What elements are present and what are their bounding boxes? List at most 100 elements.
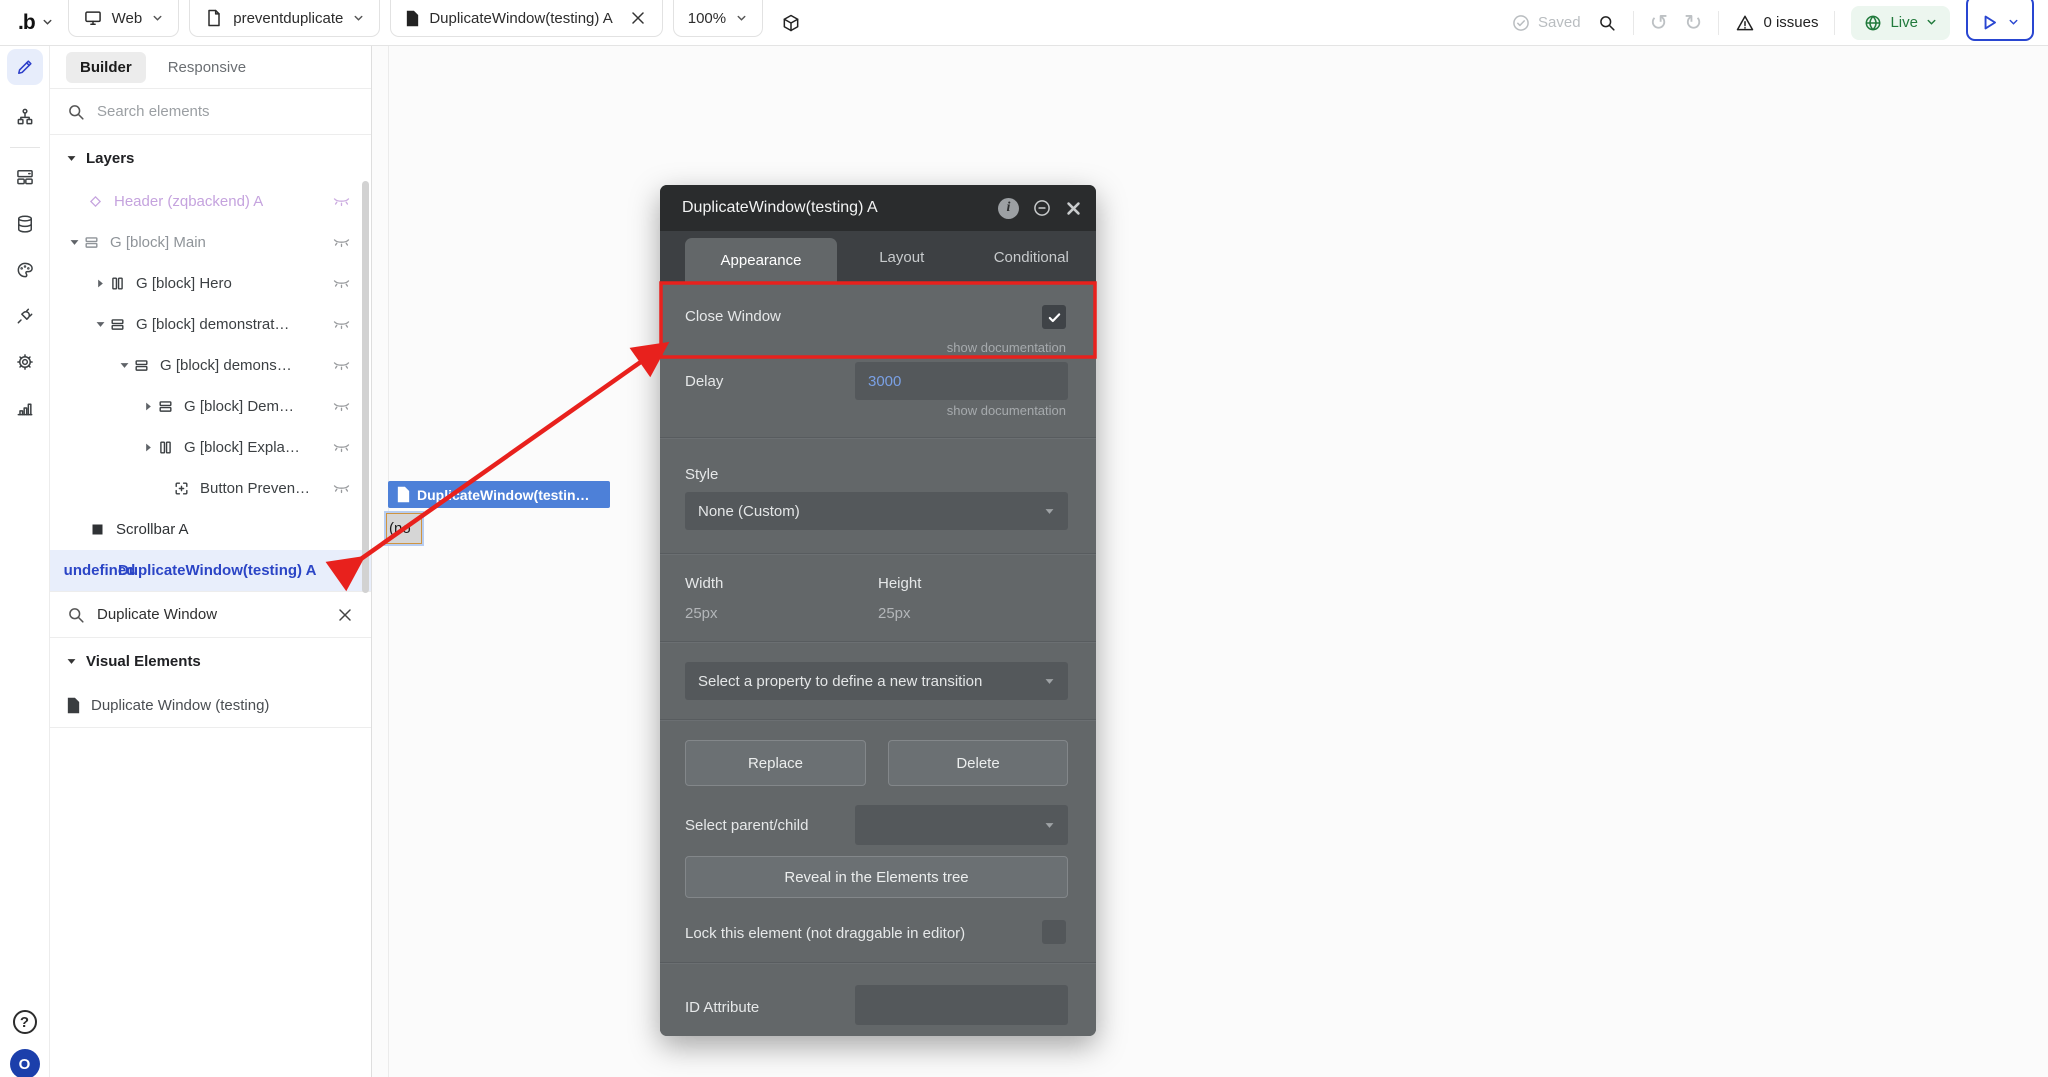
tree-item-label: Button Preven… xyxy=(200,480,311,497)
open-element-tab[interactable]: DuplicateWindow(testing) A xyxy=(390,0,663,37)
lock-element-checkbox[interactable] xyxy=(1042,920,1066,944)
visual-elements-section-header[interactable]: Visual Elements xyxy=(50,638,371,684)
caret-right-icon[interactable] xyxy=(140,442,156,453)
tree-item-label: Scrollbar A xyxy=(116,521,189,538)
clear-filter-icon[interactable] xyxy=(335,605,355,625)
search-elements-input[interactable] xyxy=(97,103,355,120)
settings-gear-icon[interactable] xyxy=(7,344,43,380)
eye-closed-icon[interactable] xyxy=(332,277,351,291)
filter-elements-input[interactable] xyxy=(97,606,324,623)
close-window-label: Close Window xyxy=(685,308,781,325)
editor-canvas[interactable] xyxy=(372,46,2048,1077)
delete-button[interactable]: Delete xyxy=(888,740,1068,786)
styles-palette-icon[interactable] xyxy=(7,252,43,288)
caret-down-icon[interactable] xyxy=(116,360,132,371)
tree-item[interactable]: G [block] Expla… xyxy=(50,427,371,468)
tree-item[interactable]: undefined DuplicateWindow(testing) A xyxy=(50,550,371,591)
help-icon[interactable]: ? xyxy=(7,1004,43,1040)
chevron-down-icon xyxy=(41,16,54,29)
eye-closed-icon[interactable] xyxy=(332,236,351,250)
search-icon[interactable] xyxy=(1597,13,1617,33)
eye-closed-icon[interactable] xyxy=(332,400,351,414)
select-parent-child-dropdown[interactable] xyxy=(855,805,1068,845)
eye-closed-icon[interactable] xyxy=(332,482,351,496)
style-dropdown[interactable]: None (Custom) xyxy=(685,492,1068,530)
workflow-sitemap-icon[interactable] xyxy=(7,99,43,135)
tree-item[interactable]: G [block] Dem… xyxy=(50,386,371,427)
tree-item[interactable]: G [block] demonstrat… xyxy=(50,304,371,345)
square-icon xyxy=(88,522,107,537)
divider xyxy=(1718,10,1720,35)
tab-conditional[interactable]: Conditional xyxy=(967,231,1097,283)
close-tab-icon[interactable] xyxy=(628,8,648,28)
close-window-doc-link[interactable]: show documentation xyxy=(947,340,1066,355)
app-logo-menu[interactable]: .b xyxy=(0,11,68,35)
caret-down-icon[interactable] xyxy=(92,319,108,330)
delay-input[interactable] xyxy=(868,372,1055,390)
undo-icon[interactable]: ↺ xyxy=(1650,11,1668,34)
close-window-checkbox[interactable] xyxy=(1042,305,1066,329)
zoom-selector[interactable]: 100% xyxy=(672,0,764,37)
eye-closed-icon[interactable] xyxy=(332,195,351,209)
redo-icon[interactable]: ↻ xyxy=(1684,11,1702,34)
tree-item[interactable]: G [block] demons… xyxy=(50,345,371,386)
style-dropdown-value: None (Custom) xyxy=(698,502,800,520)
tree-item-label: Header (zqbackend) A xyxy=(114,193,264,210)
dialog-titlebar[interactable]: DuplicateWindow(testing) A i xyxy=(660,185,1096,231)
preview-button[interactable] xyxy=(1966,0,2034,41)
tab-layout[interactable]: Layout xyxy=(837,231,967,283)
tab-appearance[interactable]: Appearance xyxy=(685,238,837,283)
search-icon xyxy=(66,605,86,625)
page-icon xyxy=(204,8,224,28)
user-avatar[interactable]: O xyxy=(7,1046,43,1077)
caret-right-icon[interactable] xyxy=(92,278,108,289)
selected-element-label[interactable]: DuplicateWindow(testin… xyxy=(388,481,610,508)
tree-item-label: G [block] Main xyxy=(110,234,206,251)
transition-dropdown[interactable]: Select a property to define a new transi… xyxy=(685,662,1068,700)
toolbar-selectors: Web preventduplicate DuplicateWindow(tes… xyxy=(67,0,764,46)
close-dialog-icon[interactable] xyxy=(1065,200,1082,217)
selected-element-box[interactable]: (no xyxy=(386,513,422,544)
components-icon[interactable] xyxy=(7,159,43,195)
delay-doc-link[interactable]: show documentation xyxy=(947,403,1066,418)
live-label: Live xyxy=(1890,14,1918,31)
bubble-editor: .b Web preventduplicate DuplicateWindow(… xyxy=(0,0,2048,1077)
panel-tabs: Builder Responsive xyxy=(50,46,371,88)
tab-builder[interactable]: Builder xyxy=(66,51,146,83)
design-pencil-icon[interactable] xyxy=(6,49,43,85)
info-icon[interactable]: i xyxy=(998,197,1019,219)
section-divider xyxy=(660,553,1096,554)
property-editor-dialog: DuplicateWindow(testing) A i Appearance … xyxy=(660,185,1096,1036)
caret-down-icon[interactable] xyxy=(66,237,82,248)
file-icon xyxy=(405,10,420,27)
tree-item[interactable]: Header (zqbackend) A xyxy=(50,181,371,222)
eye-closed-icon[interactable] xyxy=(332,318,351,332)
id-attribute-input[interactable] xyxy=(868,996,1055,1014)
element-search-result-label: Duplicate Window (testing) xyxy=(91,697,270,714)
lock-element-label: Lock this element (not draggable in edit… xyxy=(685,925,966,942)
panel-scrollbar[interactable] xyxy=(362,181,369,593)
device-selector[interactable]: Web xyxy=(67,0,180,37)
reveal-in-tree-button[interactable]: Reveal in the Elements tree xyxy=(685,856,1068,898)
top-toolbar: .b Web preventduplicate DuplicateWindow(… xyxy=(0,0,2048,46)
replace-button[interactable]: Replace xyxy=(685,740,866,786)
database-icon[interactable] xyxy=(7,206,43,242)
component-cube-icon[interactable] xyxy=(781,13,801,33)
comment-icon[interactable] xyxy=(1032,198,1052,218)
tree-item[interactable]: Scrollbar A xyxy=(50,509,371,550)
page-selector[interactable]: preventduplicate xyxy=(189,0,381,37)
layers-section-header[interactable]: Layers xyxy=(50,135,371,181)
section-divider xyxy=(660,437,1096,438)
element-search-result[interactable]: Duplicate Window (testing) xyxy=(50,684,371,728)
eye-closed-icon[interactable] xyxy=(332,359,351,373)
issues-indicator[interactable]: 0 issues xyxy=(1735,13,1818,33)
tree-item[interactable]: G [block] Hero xyxy=(50,263,371,304)
logs-chart-icon[interactable] xyxy=(7,390,43,426)
eye-closed-icon[interactable] xyxy=(332,441,351,455)
caret-right-icon[interactable] xyxy=(140,401,156,412)
plugins-plug-icon[interactable] xyxy=(7,298,43,334)
tree-item[interactable]: Button Preven… xyxy=(50,468,371,509)
live-environment-selector[interactable]: Live xyxy=(1851,5,1950,40)
tab-responsive[interactable]: Responsive xyxy=(154,52,260,83)
tree-item[interactable]: G [block] Main xyxy=(50,222,371,263)
